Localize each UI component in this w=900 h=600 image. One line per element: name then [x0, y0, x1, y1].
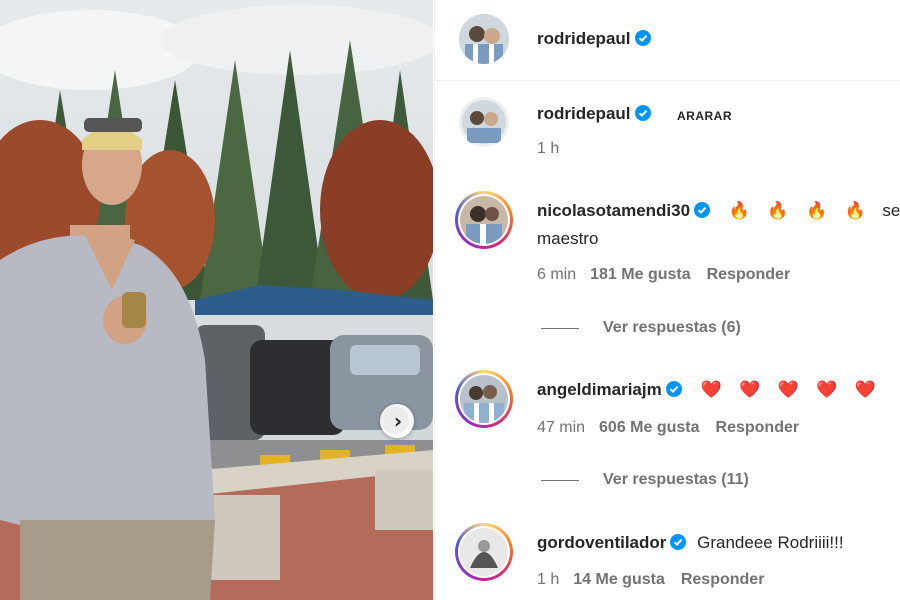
comment-avatar-ring[interactable] — [455, 191, 513, 249]
comment-text: see — [882, 201, 900, 220]
comment-avatar — [460, 375, 508, 423]
replies-divider — [541, 328, 579, 329]
photo-illustration — [0, 0, 433, 600]
comment-likes[interactable]: 14 Me gusta — [573, 571, 665, 588]
verified-badge-icon — [634, 30, 651, 46]
comment-likes[interactable]: 181 Me gusta — [590, 266, 690, 283]
comment-meta: 47 min 606 Me gusta Responder — [537, 419, 799, 437]
comment-meta: 6 min 181 Me gusta Responder — [537, 266, 790, 284]
comments-panel: rodridepaul rodridepaul ARARAR 1 h nicol… — [434, 0, 900, 600]
comment-text-line2: maestro — [537, 229, 599, 248]
caption-username[interactable]: rodridepaul — [537, 104, 651, 124]
header-username[interactable]: rodridepaul — [537, 29, 651, 49]
reply-button[interactable]: Responder — [681, 571, 765, 588]
comment-text: Grandeee Rodriiii!!! — [697, 533, 844, 552]
comment-time: 6 min — [537, 266, 577, 283]
reply-button[interactable]: Responder — [707, 266, 791, 283]
verified-badge-icon — [634, 105, 651, 121]
next-photo-button[interactable]: › — [380, 404, 414, 438]
comment-meta: 1 h 14 Me gusta Responder — [537, 571, 764, 589]
post-photo: › — [0, 0, 433, 600]
author-avatar[interactable] — [459, 14, 509, 64]
comment-username[interactable]: angeldimariajm ❤️ ❤️ ❤️ ❤️ ❤️ — [537, 380, 882, 400]
comment-avatar-ring[interactable] — [455, 523, 513, 581]
caption-text: ARARAR — [677, 109, 732, 123]
view-replies-link[interactable]: Ver respuestas (6) — [603, 319, 741, 337]
verified-badge-icon — [694, 202, 711, 218]
comment-avatar-ring[interactable] — [455, 370, 513, 428]
caption-time: 1 h — [537, 140, 560, 157]
comment-avatar — [460, 196, 508, 244]
caption-avatar[interactable] — [459, 97, 509, 147]
comment-time: 47 min — [537, 419, 586, 436]
view-replies-link[interactable]: Ver respuestas (11) — [603, 471, 749, 489]
chevron-right-icon: › — [393, 409, 403, 433]
comment-likes[interactable]: 606 Me gusta — [599, 419, 699, 436]
reply-button[interactable]: Responder — [716, 419, 800, 436]
comment-username[interactable]: nicolasotamendi30 🔥 🔥 🔥 🔥 see — [537, 201, 900, 221]
post-header: rodridepaul — [435, 0, 900, 81]
comment-emojis: 🔥 🔥 🔥 🔥 — [728, 201, 872, 221]
verified-badge-icon — [670, 534, 687, 550]
verified-badge-icon — [665, 381, 682, 397]
comment-time: 1 h — [537, 571, 560, 588]
comment-username[interactable]: gordoventilador Grandeee Rodriiii!!! — [537, 533, 844, 553]
comment-avatar — [460, 528, 508, 576]
comment-emojis: ❤️ ❤️ ❤️ ❤️ ❤️ — [700, 380, 882, 400]
replies-divider — [541, 480, 579, 481]
